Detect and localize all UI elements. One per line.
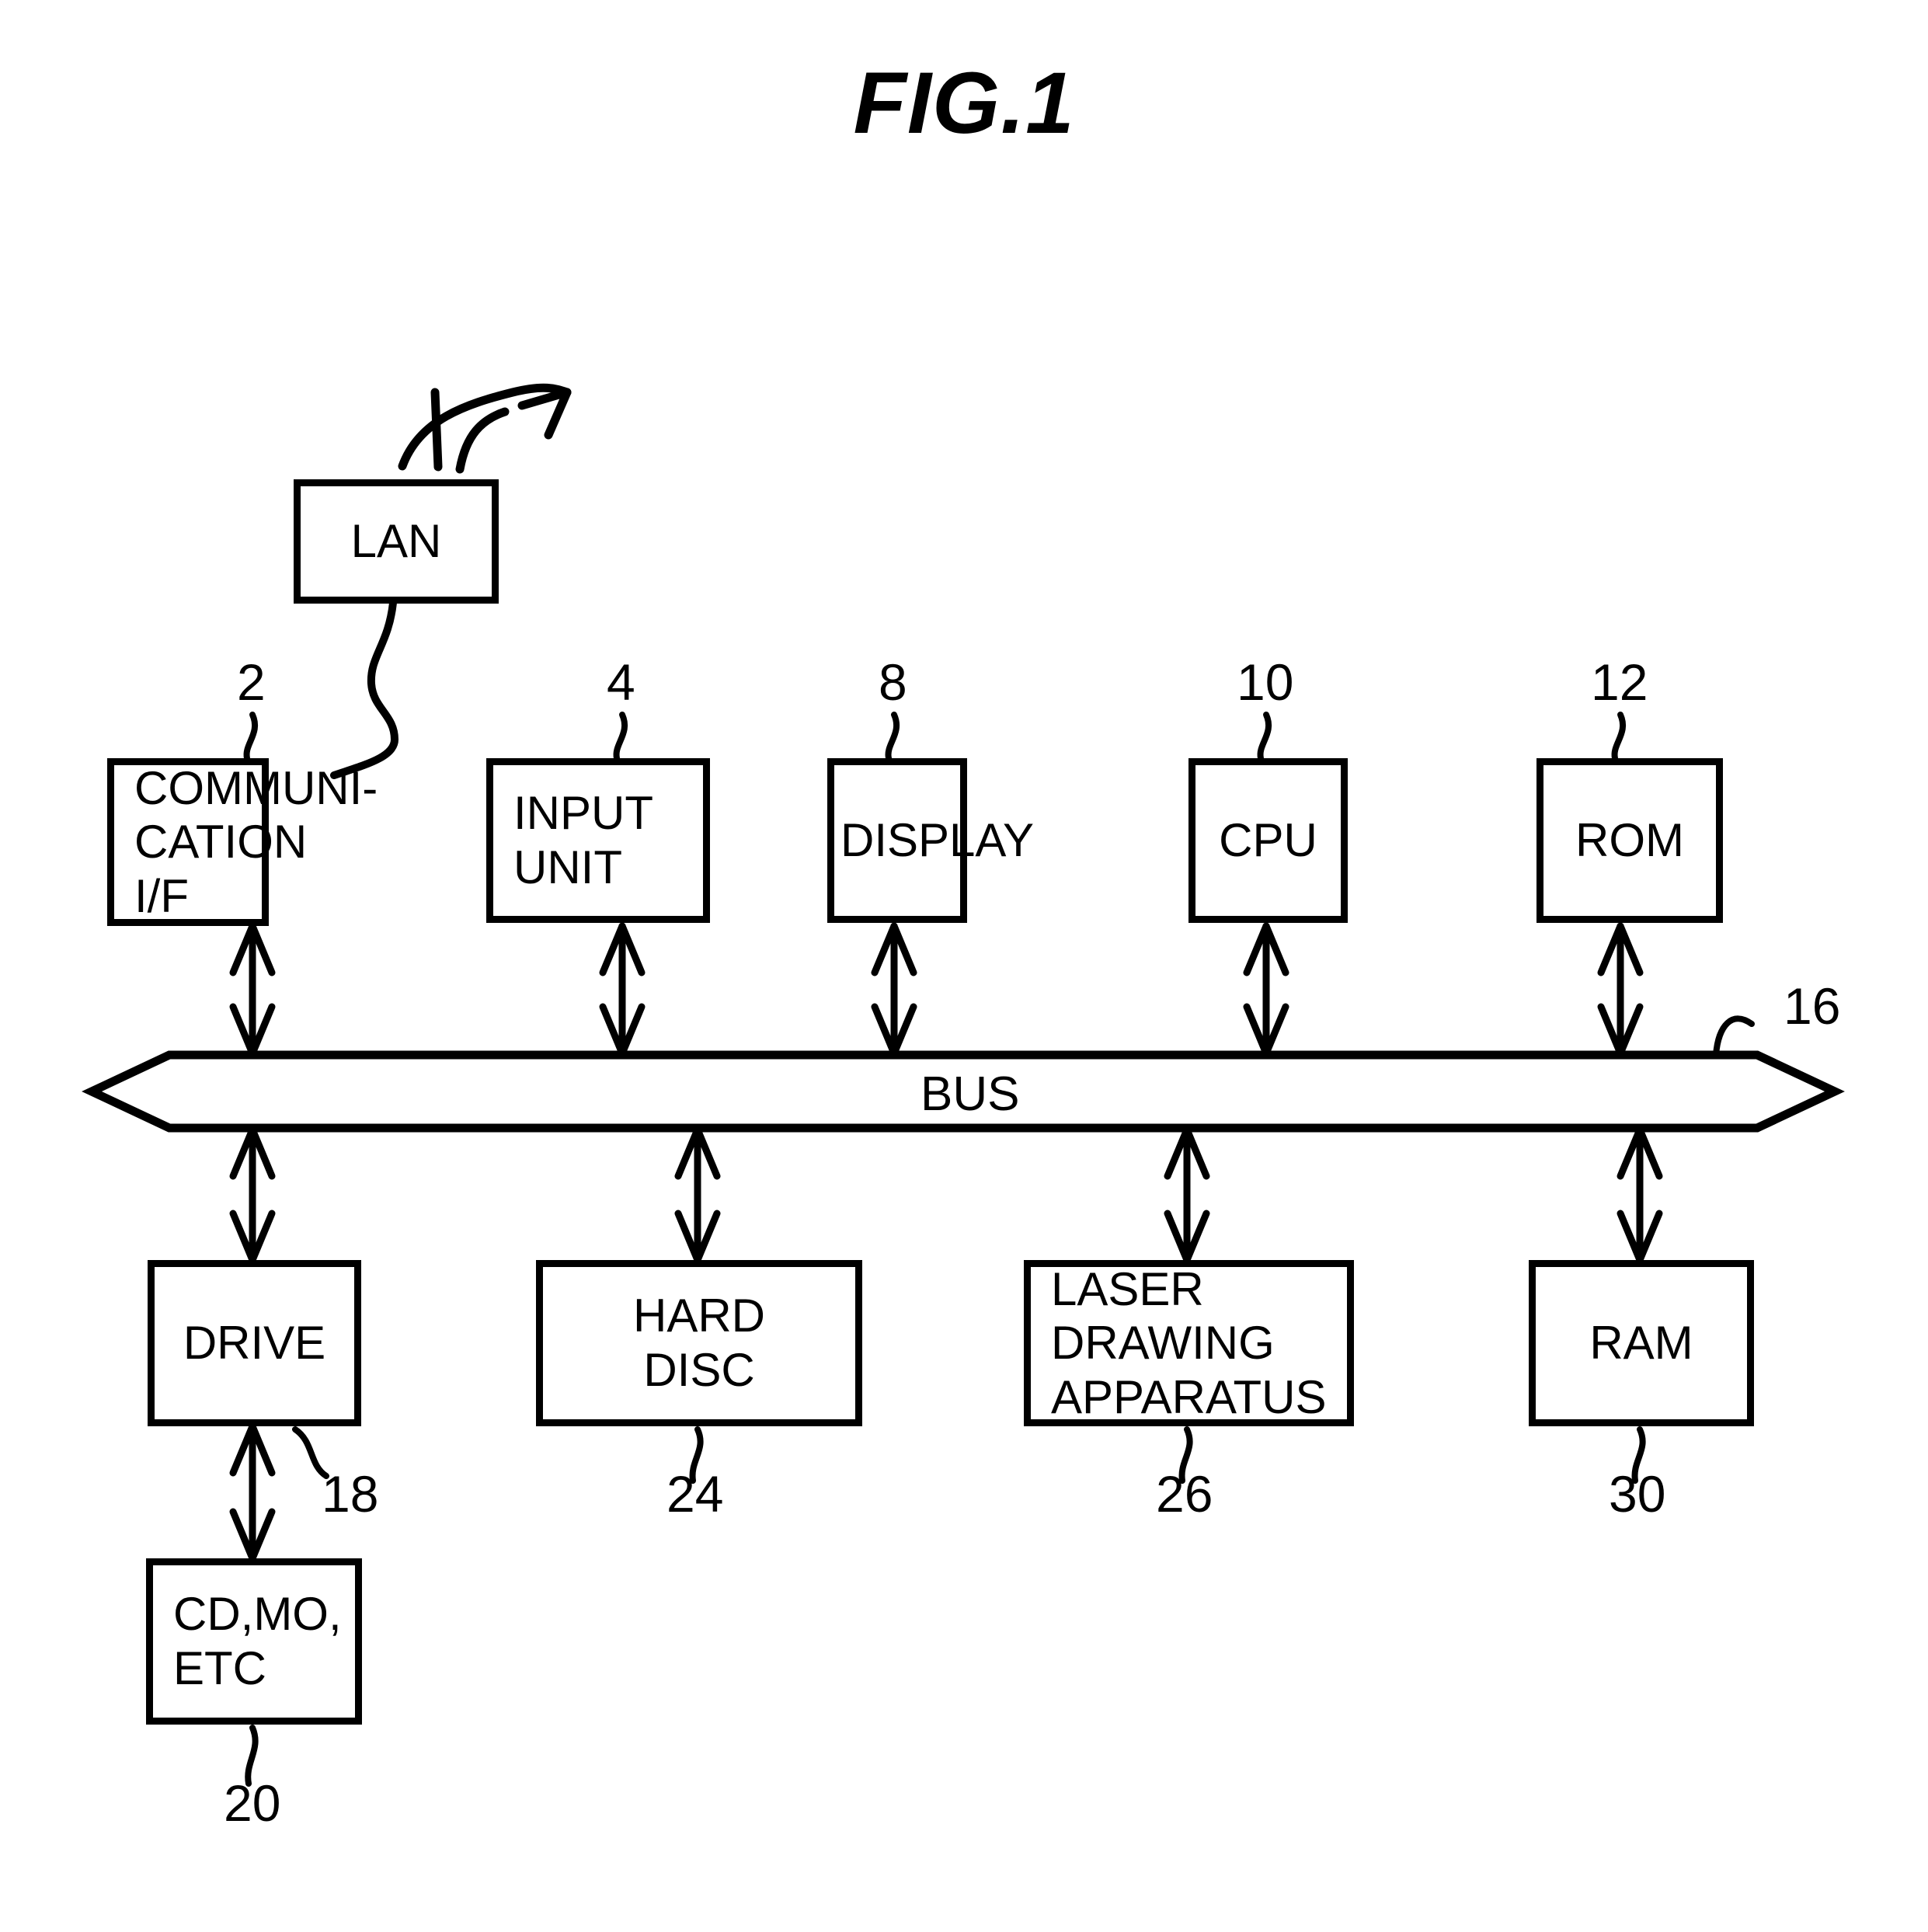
node-cpu-label: CPU: [1219, 814, 1317, 867]
ref-num-rom: 12: [1591, 653, 1648, 711]
connector-bus-drive: [229, 1126, 276, 1264]
connector-rom-bus: [1597, 922, 1644, 1057]
connector-bus-harddisc: [674, 1126, 721, 1264]
ref-num-cpu: 10: [1237, 653, 1294, 711]
connector-display-bus: [871, 922, 917, 1057]
node-laser-drawing-apparatus[interactable]: LASER DRAWING APPARATUS: [1024, 1260, 1354, 1426]
ref-num-input-unit: 4: [607, 653, 635, 711]
external-network-arrow: [398, 383, 572, 474]
node-rom[interactable]: ROM: [1536, 758, 1723, 923]
node-ram-label: RAM: [1589, 1317, 1693, 1370]
node-laser-drawing-apparatus-label: LASER DRAWING APPARATUS: [1051, 1262, 1327, 1423]
node-hard-disc[interactable]: HARD DISC: [536, 1260, 862, 1426]
ref-num-hard-disc: 24: [666, 1465, 724, 1523]
node-input-unit-label: INPUT UNIT: [513, 787, 653, 893]
connector-input-bus: [599, 922, 646, 1057]
node-input-unit[interactable]: INPUT UNIT: [486, 758, 710, 923]
connector-bus-laser: [1164, 1126, 1210, 1264]
node-lan[interactable]: LAN: [294, 479, 499, 604]
ref-num-laser-drawing-apparatus: 26: [1156, 1465, 1213, 1523]
ref-num-ram: 30: [1609, 1465, 1666, 1523]
node-drive-label: DRIVE: [183, 1317, 326, 1370]
node-display-label: DISPLAY: [840, 814, 1034, 867]
node-communication-if-label: COMMUNI- CATION I/F: [134, 761, 378, 922]
ref-num-cd-mo-etc: 20: [224, 1774, 281, 1832]
ref-num-display: 8: [879, 653, 907, 711]
connector-bus-ram: [1617, 1126, 1663, 1264]
node-display[interactable]: DISPLAY: [827, 758, 1034, 923]
bus-top-connectors: [229, 922, 1644, 1057]
node-cpu[interactable]: CPU: [1188, 758, 1348, 923]
connector-cpu-bus: [1243, 922, 1289, 1057]
bus-label: BUS: [920, 1067, 1020, 1121]
node-rom-label: ROM: [1575, 814, 1684, 867]
node-communication-if[interactable]: COMMUNI- CATION I/F: [107, 758, 378, 926]
ref-num-communication-if: 2: [237, 653, 266, 711]
node-drive[interactable]: DRIVE: [148, 1260, 361, 1426]
lan-to-communication-link: [330, 599, 399, 779]
figure-root: FIG.1 LAN COMMUNI- CATION I/F INPUT UNIT…: [0, 0, 1928, 1932]
connector-communication-bus: [229, 922, 276, 1057]
node-hard-disc-label: HARD DISC: [632, 1290, 765, 1396]
connector-drive-media: [229, 1422, 276, 1562]
node-cd-mo-etc-label: CD,MO, ETC: [173, 1588, 342, 1694]
node-lan-label: LAN: [350, 515, 442, 568]
ref-num-bus: 16: [1784, 977, 1841, 1035]
node-ram[interactable]: RAM: [1529, 1260, 1754, 1426]
node-cd-mo-etc[interactable]: CD,MO, ETC: [146, 1558, 362, 1725]
bus-bottom-connectors: [229, 1126, 1663, 1264]
reference-leader-lines: [243, 712, 1755, 1787]
ref-num-drive: 18: [322, 1465, 379, 1523]
